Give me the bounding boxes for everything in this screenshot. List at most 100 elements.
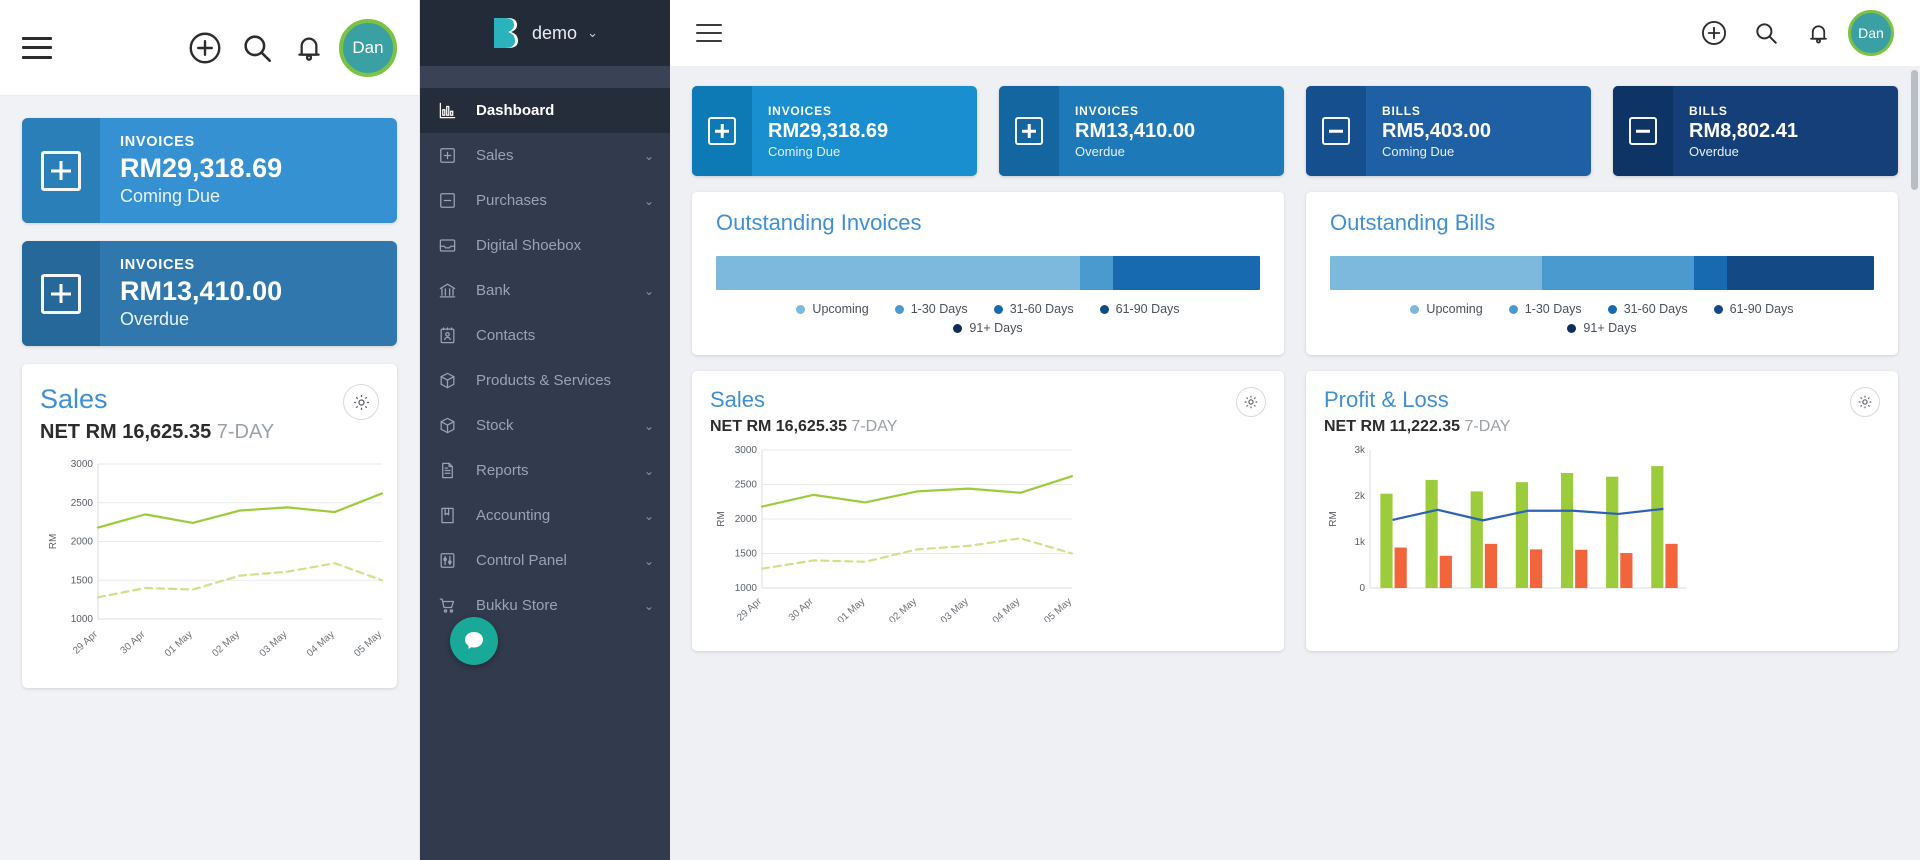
bar-income[interactable] [1560,473,1574,588]
kpi-value: RM13,410.00 [1075,119,1196,142]
x-tick-label: 04 May [991,596,1023,622]
document-icon [436,460,458,482]
sidebar-item-label: Reports [476,462,529,479]
kpi-card[interactable]: BILLS RM5,403.00 Coming Due [1306,86,1591,176]
bar-income[interactable] [1470,491,1483,588]
aging-segment[interactable] [716,256,1081,290]
bar-income[interactable] [1651,466,1664,588]
x-tick-label: 01 May [163,629,195,659]
bar-expense[interactable] [1530,549,1543,588]
search-icon[interactable] [1740,7,1792,59]
sidebar-item-label: Products & Services [476,372,612,389]
legend-item[interactable]: 1-30 Days [894,302,968,316]
avatar[interactable]: Dan [1848,10,1894,56]
gear-icon[interactable] [343,384,379,420]
legend-swatch [796,304,806,314]
legend-item[interactable]: 91+ Days [953,321,1023,335]
sidebar-item-bukku-store[interactable]: Bukku Store ⌄ [420,583,670,628]
legend-item[interactable]: 1-30 Days [1508,302,1582,316]
legend-item[interactable]: 31-60 Days [1607,302,1688,316]
kpi-value: RM29,318.69 [120,153,283,183]
aging-segment[interactable] [1330,256,1543,290]
avatar[interactable]: Dan [339,18,397,77]
bell-icon[interactable] [283,22,335,74]
bar-expense[interactable] [1575,549,1588,588]
kpi-card[interactable]: INVOICES RM13,410.00 Overdue [22,241,397,346]
legend-swatch [1508,304,1518,314]
sales-card-header: Sales NET RM 16,625.35 7-DAY [710,387,1266,436]
gear-icon[interactable] [1850,387,1880,417]
legend-item[interactable]: 61-90 Days [1713,302,1794,316]
brand-switcher[interactable]: demo ⌄ [420,0,670,66]
sidebar-item-accounting[interactable]: Accounting ⌄ [420,493,670,538]
sidebar-item-stock[interactable]: Stock ⌄ [420,403,670,448]
series-line-income [96,492,384,529]
bar-expense[interactable] [1439,555,1452,588]
kpi-card[interactable]: BILLS RM8,802.41 Overdue [1613,86,1898,176]
legend-item[interactable]: Upcoming [796,302,869,316]
bar-income[interactable] [1380,493,1393,588]
sidebar-item-digital-shoebox[interactable]: Digital Shoebox [420,223,670,268]
aging-segment[interactable] [1080,256,1114,290]
bar-expense[interactable] [1620,553,1633,588]
card-title: Sales [710,387,766,412]
aging-segment[interactable] [1694,256,1728,290]
kpi-card[interactable]: INVOICES RM13,410.00 Overdue [999,86,1284,176]
x-tick-label: 02 May [210,629,242,659]
sales-chart-card: Sales NET RM 16,625.35 7-DAY 1000 1500 200… [22,364,397,688]
net-label: NET [710,418,742,435]
aging-segment[interactable] [1727,256,1874,290]
plus-box-icon [41,273,81,314]
y-tick-label: 2000 [735,514,758,525]
x-tick-label: 02 May [887,596,919,622]
search-icon[interactable] [231,22,283,74]
vertical-scrollbar[interactable] [1911,70,1918,190]
sidebar-item-dashboard[interactable]: Dashboard [420,88,670,133]
bar-income[interactable] [1515,482,1528,588]
bell-icon[interactable] [1792,7,1844,59]
legend-item[interactable]: Upcoming [1410,302,1483,316]
plus-box-icon [1015,117,1043,145]
sidebar-item-products-services[interactable]: Products & Services [420,358,670,403]
sidebar-item-sales[interactable]: Sales ⌄ [420,133,670,178]
sidebar-item-control-panel[interactable]: Control Panel ⌄ [420,538,670,583]
kpi-card[interactable]: INVOICES RM29,318.69 Coming Due [22,118,397,223]
legend-item[interactable]: 91+ Days [1567,321,1637,335]
plus-circle-icon[interactable] [179,22,231,74]
kpi-card[interactable]: INVOICES RM29,318.69 Coming Due [692,86,977,176]
aging-segment[interactable] [1113,256,1260,290]
legend-label: 91+ Days [969,321,1023,335]
sidebar-item-label: Digital Shoebox [476,237,582,254]
net-label: NET [1324,418,1356,435]
avatar-initials: Dan [1858,25,1884,41]
bar-income[interactable] [1425,479,1438,588]
hamburger-icon[interactable] [22,36,52,59]
hamburger-icon[interactable] [696,24,722,42]
kpi-card-body: INVOICES RM13,410.00 Overdue [1059,86,1284,176]
aging-legend: Upcoming 1-30 Days 31-60 Days 61-90 Days 91+… [1387,302,1817,335]
plus-box-icon [436,145,458,167]
sidebar-item-label: Dashboard [476,102,555,119]
legend-item[interactable]: 31-60 Days [993,302,1074,316]
x-tick-label: 05 May [352,629,384,659]
kpi-sub: Overdue [1075,143,1125,159]
aging-segment[interactable] [1542,256,1695,290]
plus-circle-icon[interactable] [1688,7,1740,59]
gear-icon[interactable] [1236,387,1266,417]
sidebar-item-purchases[interactable]: Purchases ⌄ [420,178,670,223]
sidebar-item-contacts[interactable]: Contacts [420,313,670,358]
sidebar-item-label: Accounting [476,507,551,524]
bar-expense[interactable] [1665,543,1678,588]
bar-expense[interactable] [1394,547,1407,588]
y-axis-label: RM [1328,511,1339,527]
sidebar-item-reports[interactable]: Reports ⌄ [420,448,670,493]
legend-swatch [953,323,963,333]
bar-income[interactable] [1606,476,1619,588]
sidebar-item-bank[interactable]: Bank ⌄ [420,268,670,313]
chat-bubble-icon[interactable] [450,617,498,665]
kpi-label: INVOICES [120,134,195,150]
legend-item[interactable]: 61-90 Days [1099,302,1180,316]
bar-expense[interactable] [1484,543,1498,588]
sidebar-item-label: Sales [476,147,514,164]
chevron-down-icon: ⌄ [643,553,654,568]
